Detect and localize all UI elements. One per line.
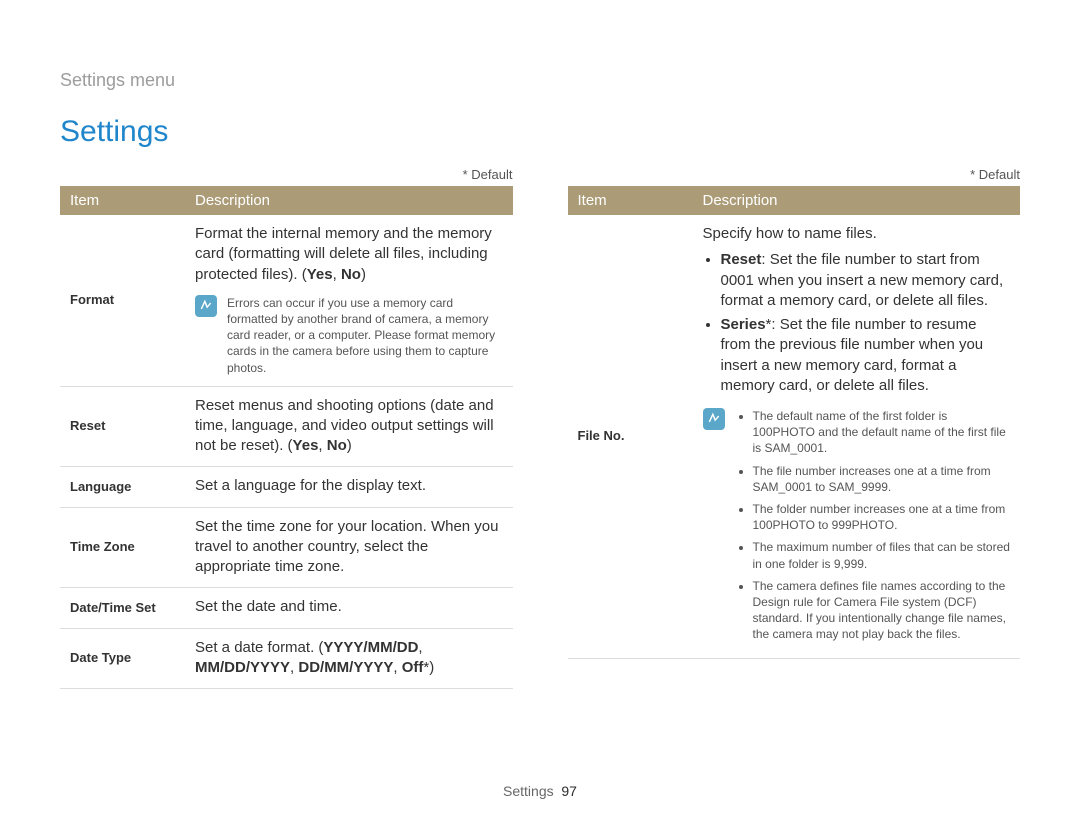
datetype-opt2: MM/DD/YYYY bbox=[195, 659, 290, 676]
row-timezone: Time Zone Set the time zone for your loc… bbox=[60, 507, 513, 588]
desc-format: Format the internal memory and the memor… bbox=[185, 215, 513, 386]
fileno-note-1: The file number increases one at a time … bbox=[753, 463, 1011, 495]
fileno-series-label: Series bbox=[721, 316, 766, 333]
datetype-desc-pre: Set a date format. ( bbox=[195, 639, 323, 656]
breadcrumb: Settings menu bbox=[60, 70, 1020, 91]
format-sep: , bbox=[333, 266, 341, 283]
desc-language: Set a language for the display text. bbox=[185, 467, 513, 507]
row-datetype: Date Type Set a date format. (YYYY/MM/DD… bbox=[60, 628, 513, 689]
row-language: Language Set a language for the display … bbox=[60, 467, 513, 507]
default-legend-left: * Default bbox=[60, 167, 513, 182]
item-reset: Reset bbox=[60, 386, 185, 467]
datetype-sep1: , bbox=[418, 639, 422, 656]
fileno-bullet-series: Series*: Set the file number to resume f… bbox=[721, 315, 1011, 396]
fileno-note-0: The default name of the first folder is … bbox=[753, 408, 1011, 457]
page-title: Settings bbox=[60, 115, 1020, 149]
desc-reset: Reset menus and shooting options (date a… bbox=[185, 386, 513, 467]
fileno-note: The default name of the first folder is … bbox=[703, 408, 1011, 648]
note-icon bbox=[195, 295, 217, 317]
row-fileno: File No. Specify how to name files. Rese… bbox=[568, 215, 1021, 659]
format-desc-post: ) bbox=[361, 266, 366, 283]
row-format: Format Format the internal memory and th… bbox=[60, 215, 513, 386]
item-timezone: Time Zone bbox=[60, 507, 185, 588]
row-datetimeset: Date/Time Set Set the date and time. bbox=[60, 588, 513, 628]
datetype-desc-post: ) bbox=[429, 659, 434, 676]
item-format: Format bbox=[60, 215, 185, 386]
fileno-note-2: The folder number increases one at a tim… bbox=[753, 501, 1011, 533]
reset-opt-yes: Yes bbox=[293, 437, 319, 454]
datetype-sep3: , bbox=[393, 659, 401, 676]
desc-fileno: Specify how to name files. Reset: Set th… bbox=[693, 215, 1021, 659]
item-datetype: Date Type bbox=[60, 628, 185, 689]
note-icon bbox=[703, 408, 725, 430]
col-header-item-r: Item bbox=[568, 186, 693, 215]
settings-table-right: Item Description File No. Specify how to… bbox=[568, 186, 1021, 659]
desc-datetimeset: Set the date and time. bbox=[185, 588, 513, 628]
desc-timezone: Set the time zone for your location. Whe… bbox=[185, 507, 513, 588]
col-header-item: Item bbox=[60, 186, 185, 215]
datetype-opt4: Off bbox=[402, 659, 424, 676]
col-header-desc: Description bbox=[185, 186, 513, 215]
fileno-note-list: The default name of the first folder is … bbox=[737, 408, 1011, 648]
item-datetimeset: Date/Time Set bbox=[60, 588, 185, 628]
default-legend-right: * Default bbox=[568, 167, 1021, 182]
page-footer: Settings 97 bbox=[0, 783, 1080, 799]
fileno-note-3: The maximum number of files that can be … bbox=[753, 539, 1011, 571]
desc-datetype: Set a date format. (YYYY/MM/DD, MM/DD/YY… bbox=[185, 628, 513, 689]
format-note-text: Errors can occur if you use a memory car… bbox=[227, 295, 503, 376]
row-reset: Reset Reset menus and shooting options (… bbox=[60, 386, 513, 467]
fileno-reset-label: Reset bbox=[721, 251, 762, 268]
format-note: Errors can occur if you use a memory car… bbox=[195, 295, 503, 376]
fileno-reset-text: : Set the file number to start from 0001… bbox=[721, 251, 1004, 309]
fileno-intro: Specify how to name files. bbox=[703, 224, 1011, 244]
document-page: Settings menu Settings * Default Item De… bbox=[0, 0, 1080, 689]
format-opt-yes: Yes bbox=[307, 266, 333, 283]
reset-opt-no: No bbox=[327, 437, 347, 454]
datetype-opt1: YYYY/MM/DD bbox=[323, 639, 418, 656]
reset-desc-post: ) bbox=[347, 437, 352, 454]
left-column: * Default Item Description Format Format… bbox=[60, 167, 513, 689]
fileno-bullets: Reset: Set the file number to start from… bbox=[703, 250, 1011, 396]
item-fileno: File No. bbox=[568, 215, 693, 659]
fileno-bullet-reset: Reset: Set the file number to start from… bbox=[721, 250, 1011, 311]
reset-sep: , bbox=[318, 437, 326, 454]
footer-page-number: 97 bbox=[561, 783, 577, 799]
item-language: Language bbox=[60, 467, 185, 507]
format-opt-no: No bbox=[341, 266, 361, 283]
datetype-opt3: DD/MM/YYYY bbox=[298, 659, 393, 676]
col-header-desc-r: Description bbox=[693, 186, 1021, 215]
settings-table-left: Item Description Format Format the inter… bbox=[60, 186, 513, 689]
columns: * Default Item Description Format Format… bbox=[60, 167, 1020, 689]
footer-section: Settings bbox=[503, 783, 554, 799]
fileno-note-4: The camera defines file names according … bbox=[753, 578, 1011, 643]
right-column: * Default Item Description File No. Spec… bbox=[568, 167, 1021, 689]
